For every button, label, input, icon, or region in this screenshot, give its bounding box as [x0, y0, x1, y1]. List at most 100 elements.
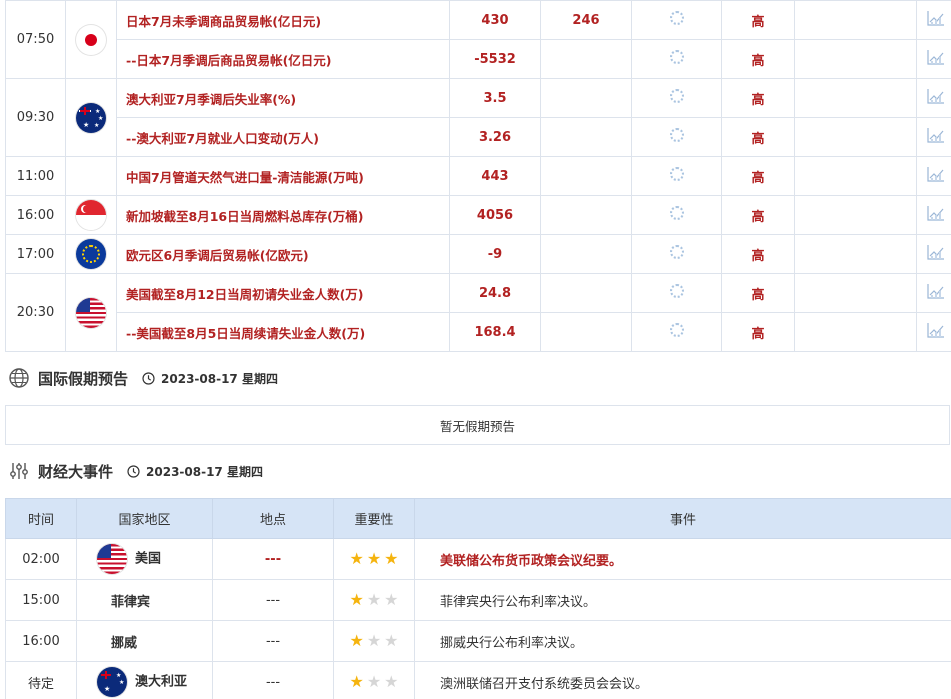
- indicator-name[interactable]: 欧元区6月季调后贸易帐(亿欧元): [116, 234, 450, 274]
- time-cell: 16:00: [5, 195, 66, 235]
- forecast-value: [540, 273, 632, 313]
- time-cell: 09:30: [5, 78, 66, 157]
- chart-icon[interactable]: [926, 49, 945, 65]
- actual-value: [631, 156, 722, 196]
- table-row: 16:00 挪威 --- ★ ★ ★ 挪威央行公布利率决议。: [5, 620, 951, 662]
- usa-flag-icon: [97, 544, 127, 574]
- event-time: 待定: [5, 661, 77, 699]
- chart-cell[interactable]: [916, 156, 951, 196]
- table-row: 17:00 欧元区6月季调后贸易帐(亿欧元) -9 高: [5, 234, 951, 274]
- flag-cell: [65, 0, 117, 79]
- chart-cell[interactable]: [916, 39, 951, 79]
- actual-value: [631, 117, 722, 157]
- chart-icon[interactable]: [926, 10, 945, 26]
- chart-cell[interactable]: [916, 0, 951, 40]
- australia-flag-icon: ★ ★ ★ ★: [76, 102, 106, 133]
- indicator-name[interactable]: 澳大利亚7月季调后失业率(%): [116, 78, 450, 118]
- blank-cell: [794, 39, 917, 79]
- indicator-name[interactable]: 中国7月管道天然气进口量-清洁能源(万吨): [116, 156, 450, 196]
- table-row: 20:30 美国截至8月12日当周初请失业金人数(万) 24.8 高: [5, 273, 951, 352]
- indicator-name[interactable]: --日本7月季调后商品贸易帐(亿日元): [116, 39, 450, 79]
- time-cell: 07:50: [5, 0, 66, 79]
- column-header-location: 地点: [212, 498, 334, 539]
- flag-cell: [65, 195, 117, 235]
- actual-value: [631, 312, 722, 352]
- importance-level: 高: [721, 234, 795, 274]
- holiday-empty-box: 暂无假期预告: [5, 405, 950, 445]
- loading-icon: [669, 323, 684, 337]
- previous-value: 3.5: [449, 78, 541, 118]
- previous-value: -5532: [449, 39, 541, 79]
- event-description[interactable]: 澳洲联储召开支付系统委员会会议。: [414, 661, 951, 699]
- event-location: ---: [212, 661, 334, 699]
- chart-icon[interactable]: [926, 205, 945, 221]
- events-table: 时间 国家地区 地点 重要性 事件 02:00 美国 --- ★ ★ ★ 美联储公布…: [5, 498, 951, 699]
- star-filled-icon: ★: [349, 671, 364, 691]
- clock-icon: [142, 371, 155, 385]
- flag-cell: ★ ★ ★ ★: [65, 78, 117, 157]
- japan-flag-icon: [76, 24, 106, 55]
- table-row: 07:50 日本7月未季调商品贸易帐(亿日元) 430 246 高: [5, 0, 951, 79]
- chart-icon[interactable]: [926, 127, 945, 143]
- chart-icon[interactable]: [926, 322, 945, 338]
- loading-icon: [669, 167, 684, 181]
- chart-icon[interactable]: [926, 283, 945, 299]
- holiday-empty-text: 暂无假期预告: [439, 418, 515, 434]
- chart-cell[interactable]: [916, 117, 951, 157]
- chart-cell[interactable]: [916, 195, 951, 235]
- blank-cell: [794, 117, 917, 157]
- clock-icon: [127, 464, 140, 478]
- actual-value: [631, 78, 722, 118]
- holiday-section-title: 国际假期预告: [38, 369, 129, 388]
- events-section-title: 财经大事件: [38, 462, 114, 481]
- importance-level: 高: [721, 273, 795, 313]
- blank-cell: [794, 156, 917, 196]
- event-location: ---: [212, 620, 334, 662]
- indicator-name[interactable]: --澳大利亚7月就业人口变动(万人): [116, 117, 450, 157]
- chart-cell[interactable]: [916, 234, 951, 274]
- actual-value: [631, 273, 722, 313]
- chart-icon[interactable]: [926, 88, 945, 104]
- star-filled-icon: ★: [349, 589, 364, 609]
- indicator-name[interactable]: --美国截至8月5日当周续请失业金人数(万): [116, 312, 450, 352]
- column-header-importance: 重要性: [333, 498, 415, 539]
- holiday-date: 2023-08-17 星期四: [161, 371, 278, 386]
- country-name: 美国: [135, 551, 162, 567]
- event-importance: ★ ★ ★: [333, 579, 415, 621]
- indicator-name[interactable]: 新加坡截至8月16日当周燃料总库存(万桶): [116, 195, 450, 235]
- importance-stars: ★ ★ ★: [349, 550, 398, 567]
- event-time: 16:00: [5, 620, 77, 662]
- previous-value: 443: [449, 156, 541, 196]
- actual-value: [631, 0, 722, 40]
- importance-stars: ★ ★ ★: [349, 589, 398, 609]
- indicator-name[interactable]: 美国截至8月12日当周初请失业金人数(万): [116, 273, 450, 313]
- events-section-header: 财经大事件 2023-08-17 星期四: [8, 460, 263, 482]
- loading-icon: [669, 284, 684, 298]
- blank-cell: [794, 0, 917, 40]
- event-importance: ★ ★ ★: [333, 661, 415, 699]
- event-country: ★ ★ ★ 澳大利亚: [76, 661, 213, 699]
- indicator-name[interactable]: 日本7月未季调商品贸易帐(亿日元): [116, 0, 450, 40]
- event-description[interactable]: 菲律宾央行公布利率决议。: [414, 579, 951, 621]
- forecast-value: [540, 156, 632, 196]
- usa-flag-icon: [76, 297, 106, 328]
- event-country: 菲律宾: [76, 579, 213, 621]
- chart-cell[interactable]: [916, 273, 951, 313]
- forecast-value: [540, 195, 632, 235]
- event-description[interactable]: 挪威央行公布利率决议。: [414, 620, 951, 662]
- event-time: 15:00: [5, 579, 77, 621]
- chart-cell[interactable]: [916, 312, 951, 352]
- chart-cell[interactable]: [916, 78, 951, 118]
- previous-value: 168.4: [449, 312, 541, 352]
- blank-cell: [794, 78, 917, 118]
- event-description[interactable]: 美联储公布货币政策会议纪要。: [414, 538, 951, 580]
- sliders-icon: [10, 463, 28, 479]
- chart-icon[interactable]: [926, 244, 945, 260]
- star-empty-icon: ★: [366, 630, 382, 650]
- previous-value: 3.26: [449, 117, 541, 157]
- importance-level: 高: [721, 39, 795, 79]
- table-row: --日本7月季调后商品贸易帐(亿日元) -5532 高: [6, 39, 951, 79]
- importance-level: 高: [721, 195, 795, 235]
- flag-cell: [65, 234, 117, 274]
- chart-icon[interactable]: [926, 166, 945, 182]
